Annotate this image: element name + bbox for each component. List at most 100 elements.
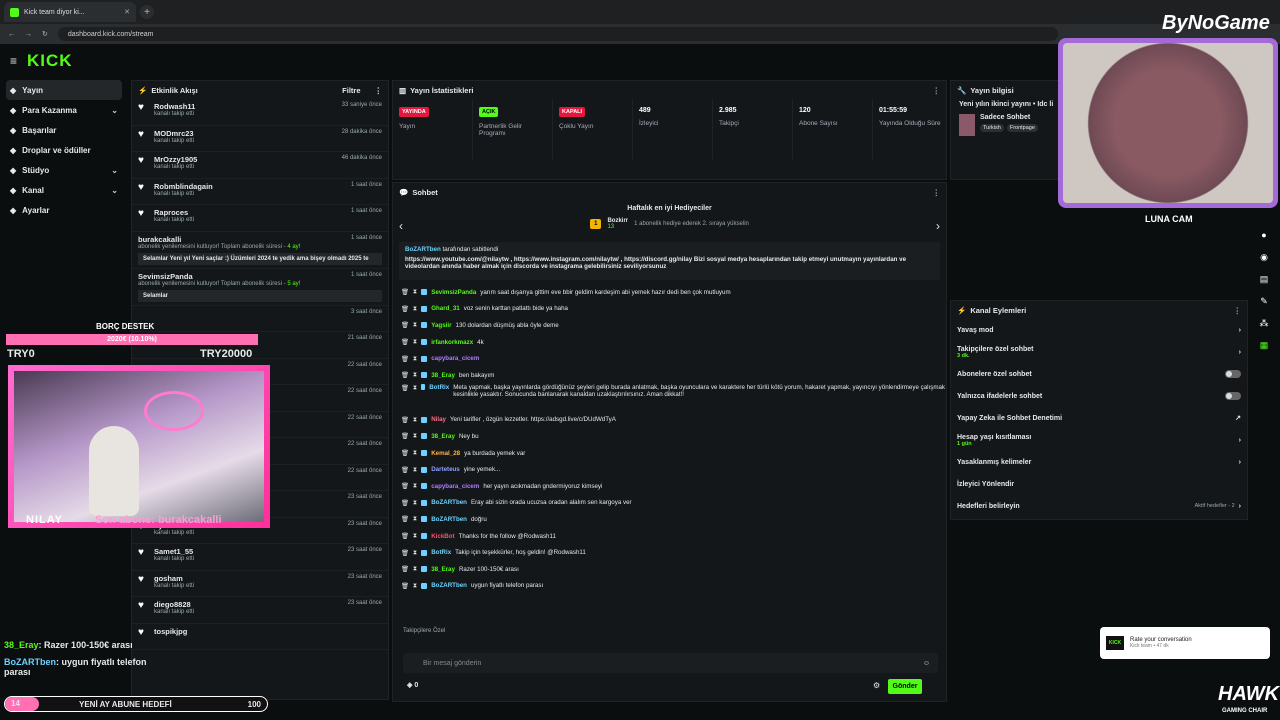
back-icon[interactable]: ← [8, 31, 15, 38]
ban-icon[interactable]: ⧗ [413, 416, 417, 424]
ban-icon[interactable]: ⧗ [413, 355, 417, 363]
delete-icon[interactable]: 🗑 [401, 321, 409, 329]
settings-gear-icon[interactable]: ⚙ [873, 681, 880, 690]
delete-icon[interactable]: 🗑 [401, 532, 409, 540]
share-icon[interactable]: ⁂ [1257, 318, 1271, 332]
delete-icon[interactable]: 🗑 [401, 338, 409, 346]
ban-icon[interactable]: ⧗ [413, 371, 417, 379]
chat-user[interactable]: BoZARTben [431, 582, 467, 589]
action-row[interactable]: Yalnızca ifadelerle sohbet [951, 385, 1247, 407]
action-row[interactable]: Hedefleri belirleyin Aktif hedefler - 2 › [951, 495, 1247, 517]
toggle-switch[interactable] [1225, 370, 1241, 378]
action-row[interactable]: Abonelere özel sohbet [951, 363, 1247, 385]
sidebar-item-0[interactable]: ◆ Yayın [6, 80, 122, 100]
chat-user[interactable]: BotRix [431, 549, 451, 556]
chat-user[interactable]: KickBot [431, 533, 454, 540]
ban-icon[interactable]: ⧗ [413, 532, 417, 540]
ban-icon[interactable]: ⧗ [413, 449, 417, 457]
menu-icon[interactable]: ≡ [10, 54, 17, 68]
forward-icon[interactable]: → [25, 31, 32, 38]
delete-icon[interactable]: 🗑 [401, 549, 409, 557]
chat-user[interactable]: Darteteus [431, 466, 460, 473]
sidebar-item-5[interactable]: ◆ Kanal ⌄ [0, 180, 128, 200]
conversation-toast[interactable]: KICK Rate your conversation Kick team • 4… [1100, 627, 1270, 659]
sidebar-item-6[interactable]: ◆ Ayarlar [0, 200, 128, 220]
delete-icon[interactable]: 🗑 [401, 449, 409, 457]
new-tab-button[interactable]: + [140, 5, 154, 19]
close-tab-icon[interactable]: ✕ [124, 8, 130, 16]
calendar-icon[interactable]: ▦ [1257, 340, 1271, 354]
ban-icon[interactable]: ⧗ [413, 338, 417, 346]
server-icon[interactable]: ▤ [1257, 274, 1271, 288]
emoji-icon[interactable]: ☺ [923, 660, 930, 667]
action-row[interactable]: Takipçilere özel sohbet 3 dk. › [951, 341, 1247, 363]
chat-user[interactable]: Nilay [431, 416, 446, 423]
action-row[interactable]: Yasaklanmış kelimeler › [951, 451, 1247, 473]
chat-bubble-icon[interactable]: ● [1257, 230, 1271, 244]
ban-icon[interactable]: ⧗ [413, 384, 417, 392]
sidebar-item-1[interactable]: ◆ Para Kazanma ⌄ [0, 100, 128, 120]
ban-icon[interactable]: ⧗ [413, 482, 417, 490]
kick-logo[interactable]: KICK [27, 51, 73, 71]
more-icon[interactable]: ⋮ [933, 188, 941, 197]
chat-user[interactable]: Ghard_31 [431, 305, 460, 312]
chat-user[interactable]: SevimsizPanda [431, 289, 476, 296]
more-icon[interactable]: ⋮ [375, 86, 383, 95]
chat-user[interactable]: BoZARTben [431, 516, 467, 523]
delete-icon[interactable]: 🗑 [401, 355, 409, 363]
send-button[interactable]: Gönder [888, 679, 922, 694]
more-icon[interactable]: ⋮ [933, 86, 941, 95]
chat-user[interactable]: Kemal_28 [431, 450, 460, 457]
next-arrow-icon[interactable]: › [936, 219, 940, 233]
chat-user[interactable]: BotRix [429, 384, 449, 391]
delete-icon[interactable]: 🗑 [401, 371, 409, 379]
action-row[interactable]: Hesap yaşı kısıtlaması 1 gün › [951, 429, 1247, 451]
chat-input[interactable]: Bir mesaj gönderin ☺ [403, 653, 938, 673]
reload-icon[interactable]: ↻ [42, 30, 48, 38]
delete-icon[interactable]: 🗑 [401, 288, 409, 296]
action-row[interactable]: İzleyici Yönlendir [951, 473, 1247, 495]
chat-user[interactable]: 38_Eray [431, 372, 455, 379]
prev-arrow-icon[interactable]: ‹ [399, 219, 403, 233]
delete-icon[interactable]: 🗑 [401, 416, 409, 424]
delete-icon[interactable]: 🗑 [401, 515, 409, 523]
browser-tab[interactable]: Kick team diyor ki... ✕ [4, 2, 136, 22]
delete-icon[interactable]: 🗑 [401, 565, 409, 573]
debt-right: TRY20000 [200, 348, 253, 360]
wrench-icon[interactable]: ✎ [1257, 296, 1271, 310]
chat-user[interactable]: BoZARTben [431, 499, 467, 506]
sidebar-item-2[interactable]: ◆ Başarılar [0, 120, 128, 140]
delete-icon[interactable]: 🗑 [401, 432, 409, 440]
ban-icon[interactable]: ⧗ [413, 466, 417, 474]
ban-icon[interactable]: ⧗ [413, 305, 417, 313]
delete-icon[interactable]: 🗑 [401, 582, 409, 590]
toggle-switch[interactable] [1225, 392, 1241, 400]
delete-icon[interactable]: 🗑 [401, 466, 409, 474]
delete-icon[interactable]: 🗑 [401, 305, 409, 313]
sidebar-item-4[interactable]: ◆ Stüdyo ⌄ [0, 160, 128, 180]
ban-icon[interactable]: ⧗ [413, 432, 417, 440]
filter-button[interactable]: Filtre [342, 86, 360, 95]
chat-user[interactable]: Yagsiir [431, 322, 451, 329]
ban-icon[interactable]: ⧗ [413, 565, 417, 573]
broadcast-icon[interactable]: ◉ [1257, 252, 1271, 266]
delete-icon[interactable]: 🗑 [401, 384, 409, 392]
chat-user[interactable]: 38_Eray [431, 433, 455, 440]
ban-icon[interactable]: ⧗ [413, 499, 417, 507]
url-field[interactable]: dashboard.kick.com/stream [57, 27, 1058, 41]
more-icon[interactable]: ⋮ [1234, 306, 1242, 315]
delete-icon[interactable]: 🗑 [401, 482, 409, 490]
ban-icon[interactable]: ⧗ [413, 321, 417, 329]
ban-icon[interactable]: ⧗ [413, 515, 417, 523]
chat-user[interactable]: capybara_cicem [431, 483, 479, 490]
chat-user[interactable]: irfankorkmazx [431, 339, 473, 346]
ban-icon[interactable]: ⧗ [413, 288, 417, 296]
ban-icon[interactable]: ⧗ [413, 549, 417, 557]
chat-user[interactable]: capybara_cicem [431, 355, 479, 362]
action-row[interactable]: Yavaş mod › [951, 319, 1247, 341]
action-row[interactable]: Yapay Zeka ile Sohbet Denetimi ↗ [951, 407, 1247, 429]
chat-user[interactable]: 38_Eray [431, 566, 455, 573]
ban-icon[interactable]: ⧗ [413, 582, 417, 590]
sidebar-item-3[interactable]: ◆ Droplar ve ödüller [0, 140, 128, 160]
delete-icon[interactable]: 🗑 [401, 499, 409, 507]
